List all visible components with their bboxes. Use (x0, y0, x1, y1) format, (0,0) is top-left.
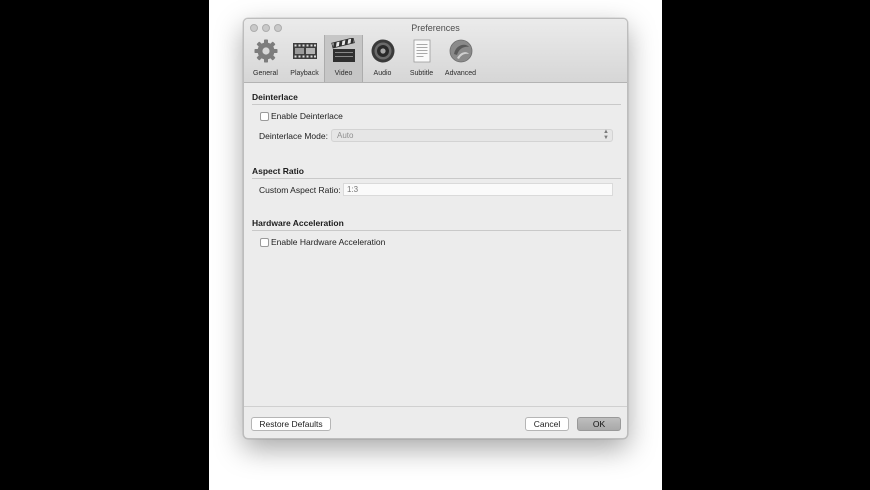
film-strip-icon (292, 43, 317, 59)
clapperboard-icon (330, 38, 355, 62)
updown-arrows-icon: ▲ ▼ (603, 129, 609, 141)
footer-divider (244, 406, 627, 407)
cancel-button[interactable]: Cancel (525, 417, 569, 431)
deinterlace-mode-select[interactable]: Auto ▲ ▼ (331, 129, 613, 142)
preferences-toolbar: General Playback Video Audio Subtitle Ad… (244, 35, 480, 82)
enable-hardware-acceleration-checkbox[interactable] (260, 238, 269, 247)
swirl-icon (449, 39, 472, 63)
section-divider (252, 230, 621, 231)
section-divider (252, 104, 621, 105)
tab-advanced[interactable]: Advanced (441, 35, 480, 82)
tab-playback-label: Playback (290, 70, 319, 77)
speaker-icon (371, 39, 394, 63)
tab-general-label: General (253, 70, 278, 77)
section-title-aspect-ratio: Aspect Ratio (252, 166, 304, 176)
title-bar: Preferences General Playback Video Audio… (244, 19, 627, 83)
tab-video[interactable]: Video (324, 35, 363, 82)
tab-general[interactable]: General (246, 35, 285, 82)
section-divider (252, 178, 621, 179)
tab-subtitle-label: Subtitle (409, 70, 434, 77)
tab-subtitle[interactable]: Subtitle (402, 35, 441, 82)
tab-playback[interactable]: Playback (285, 35, 324, 82)
enable-deinterlace-label[interactable]: Enable Deinterlace (271, 111, 343, 121)
document-icon (413, 39, 430, 63)
window-title: Preferences (411, 23, 460, 33)
enable-hardware-acceleration-label[interactable]: Enable Hardware Acceleration (271, 237, 385, 247)
restore-defaults-button[interactable]: Restore Defaults (251, 417, 331, 431)
deinterlace-mode-label: Deinterlace Mode: (259, 131, 328, 141)
tab-video-label: Video (334, 70, 353, 77)
section-title-hardware-acceleration: Hardware Acceleration (252, 218, 344, 228)
custom-aspect-ratio-input[interactable] (344, 184, 612, 195)
tab-audio[interactable]: Audio (363, 35, 402, 82)
custom-aspect-ratio-field[interactable] (343, 183, 613, 196)
section-title-deinterlace: Deinterlace (252, 92, 298, 102)
gear-icon (254, 39, 277, 63)
preferences-window: Preferences General Playback Video Audio… (243, 18, 628, 439)
enable-deinterlace-checkbox[interactable] (260, 112, 269, 121)
ok-button[interactable]: OK (577, 417, 621, 431)
tab-audio-label: Audio (373, 70, 392, 77)
deinterlace-mode-value: Auto (337, 131, 354, 140)
custom-aspect-ratio-label: Custom Aspect Ratio: (259, 185, 341, 195)
tab-advanced-label: Advanced (444, 70, 477, 77)
